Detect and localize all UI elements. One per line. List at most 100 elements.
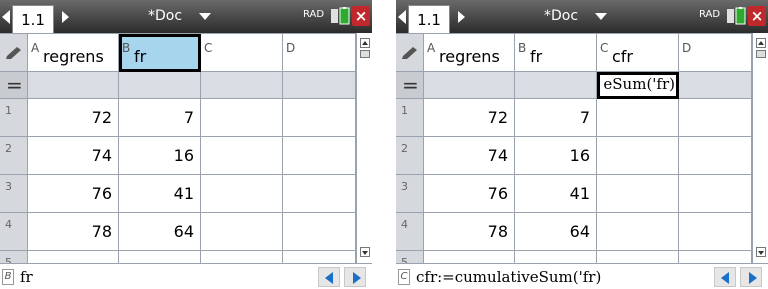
row-header[interactable]: 2 [0, 137, 28, 175]
entry-left-arrow-icon[interactable] [714, 267, 736, 287]
cell-c[interactable] [597, 137, 679, 175]
cell-d[interactable] [679, 175, 752, 213]
corner-cell[interactable] [0, 34, 28, 72]
cell-c[interactable] [597, 99, 679, 137]
entry-left-arrow-icon[interactable] [318, 267, 340, 287]
formula-cell-a[interactable] [28, 72, 119, 99]
cell-d[interactable] [283, 175, 356, 213]
cell-value: 16 [569, 146, 590, 165]
cell-b[interactable]: 41 [119, 175, 201, 213]
cell-d[interactable] [679, 137, 752, 175]
chevron-down-icon[interactable] [595, 13, 607, 20]
column-header-d[interactable]: D [283, 34, 356, 72]
scroll-up-icon[interactable] [360, 38, 370, 48]
column-header-d[interactable]: D [679, 34, 752, 72]
entry-line[interactable]: B fr [0, 263, 372, 289]
app-root: 1.1 *Doc RAD × A regrens B fr C D = 1 72… [0, 0, 768, 289]
column-header-c[interactable]: C cfr [597, 34, 679, 72]
scroll-down-icon[interactable] [360, 247, 370, 257]
row-number: 2 [401, 142, 408, 155]
scroll-thumb[interactable] [360, 50, 370, 58]
scroll-down-icon[interactable] [756, 247, 766, 257]
cell-b[interactable]: 64 [119, 213, 201, 251]
battery-icon [727, 7, 746, 25]
cell-c[interactable] [597, 213, 679, 251]
nav-forward-arrow-icon[interactable] [62, 11, 69, 23]
cell-a[interactable]: 72 [424, 99, 515, 137]
scroll-thumb[interactable] [756, 50, 766, 58]
row-number: 1 [5, 104, 12, 117]
formula-text[interactable]: eSum('fr) [603, 75, 675, 93]
cell-a[interactable]: 76 [424, 175, 515, 213]
cell-c[interactable] [597, 175, 679, 213]
column-header-b[interactable]: B fr [515, 34, 597, 72]
cell-a[interactable]: 72 [28, 99, 119, 137]
row-number: 1 [401, 104, 408, 117]
formula-cell-c[interactable]: eSum('fr) [597, 72, 679, 99]
column-letter: D [682, 41, 692, 55]
row-header[interactable]: 4 [0, 213, 28, 251]
entry-right-arrow-icon[interactable] [344, 267, 366, 287]
column-header-a[interactable]: A regrens [28, 34, 119, 72]
row-header[interactable]: 1 [0, 99, 28, 137]
close-icon[interactable]: × [352, 6, 370, 26]
cell-c[interactable] [201, 175, 283, 213]
vertical-scrollbar[interactable] [752, 33, 768, 263]
column-header-b[interactable]: B fr [119, 34, 201, 72]
cell-d[interactable] [283, 213, 356, 251]
column-header-a[interactable]: A regrens [424, 34, 515, 72]
row-header[interactable]: 2 [396, 137, 424, 175]
cell-d[interactable] [679, 213, 752, 251]
cell-d[interactable] [679, 99, 752, 137]
formula-cell-d[interactable] [679, 72, 752, 99]
cell-a[interactable]: 76 [28, 175, 119, 213]
formula-cell-c[interactable] [201, 72, 283, 99]
tab-label: 1.1 [417, 11, 441, 29]
cell-a[interactable]: 78 [424, 213, 515, 251]
nav-forward-arrow-icon[interactable] [458, 11, 465, 23]
corner-cell[interactable] [396, 34, 424, 72]
cell-c[interactable] [201, 213, 283, 251]
table-row: 3 76 41 [396, 175, 752, 213]
angle-mode-indicator: RAD [699, 9, 721, 20]
row-header[interactable]: 4 [396, 213, 424, 251]
formula-cell-b[interactable] [515, 72, 597, 99]
entry-right-arrow-icon[interactable] [740, 267, 762, 287]
cell-reference-badge: C [398, 269, 410, 285]
column-header-c[interactable]: C [201, 34, 283, 72]
formula-cell-b[interactable] [119, 72, 201, 99]
cell-b[interactable]: 41 [515, 175, 597, 213]
row-header[interactable]: 1 [396, 99, 424, 137]
cell-c[interactable] [201, 99, 283, 137]
close-icon[interactable]: × [748, 6, 766, 26]
cell-b[interactable]: 16 [119, 137, 201, 175]
tab-page[interactable]: 1.1 [408, 5, 450, 33]
cell-value: 64 [569, 222, 590, 241]
cell-d[interactable] [283, 99, 356, 137]
entry-line[interactable]: C cfr:=cumulativeSum('fr) [396, 263, 768, 289]
cell-a[interactable]: 74 [424, 137, 515, 175]
row-header[interactable]: 3 [396, 175, 424, 213]
vertical-scrollbar[interactable] [356, 33, 372, 263]
cell-b[interactable]: 16 [515, 137, 597, 175]
document-title[interactable]: *Doc [544, 8, 578, 24]
cell-a[interactable]: 74 [28, 137, 119, 175]
formula-cell-d[interactable] [283, 72, 356, 99]
cell-c[interactable] [201, 137, 283, 175]
formula-cell-a[interactable] [424, 72, 515, 99]
scroll-up-icon[interactable] [756, 38, 766, 48]
entry-line-text[interactable]: fr [20, 268, 33, 286]
cell-b[interactable]: 64 [515, 213, 597, 251]
cell-b[interactable]: 7 [515, 99, 597, 137]
document-title[interactable]: *Doc [148, 8, 182, 24]
cell-b[interactable]: 7 [119, 99, 201, 137]
entry-line-text[interactable]: cfr:=cumulativeSum('fr) [416, 268, 601, 286]
nav-back-arrow-icon[interactable] [398, 10, 406, 24]
tab-page[interactable]: 1.1 [12, 5, 54, 33]
cell-d[interactable] [283, 137, 356, 175]
cell-value: 78 [91, 222, 112, 241]
cell-a[interactable]: 78 [28, 213, 119, 251]
row-header[interactable]: 3 [0, 175, 28, 213]
chevron-down-icon[interactable] [199, 13, 211, 20]
nav-back-arrow-icon[interactable] [2, 10, 10, 24]
